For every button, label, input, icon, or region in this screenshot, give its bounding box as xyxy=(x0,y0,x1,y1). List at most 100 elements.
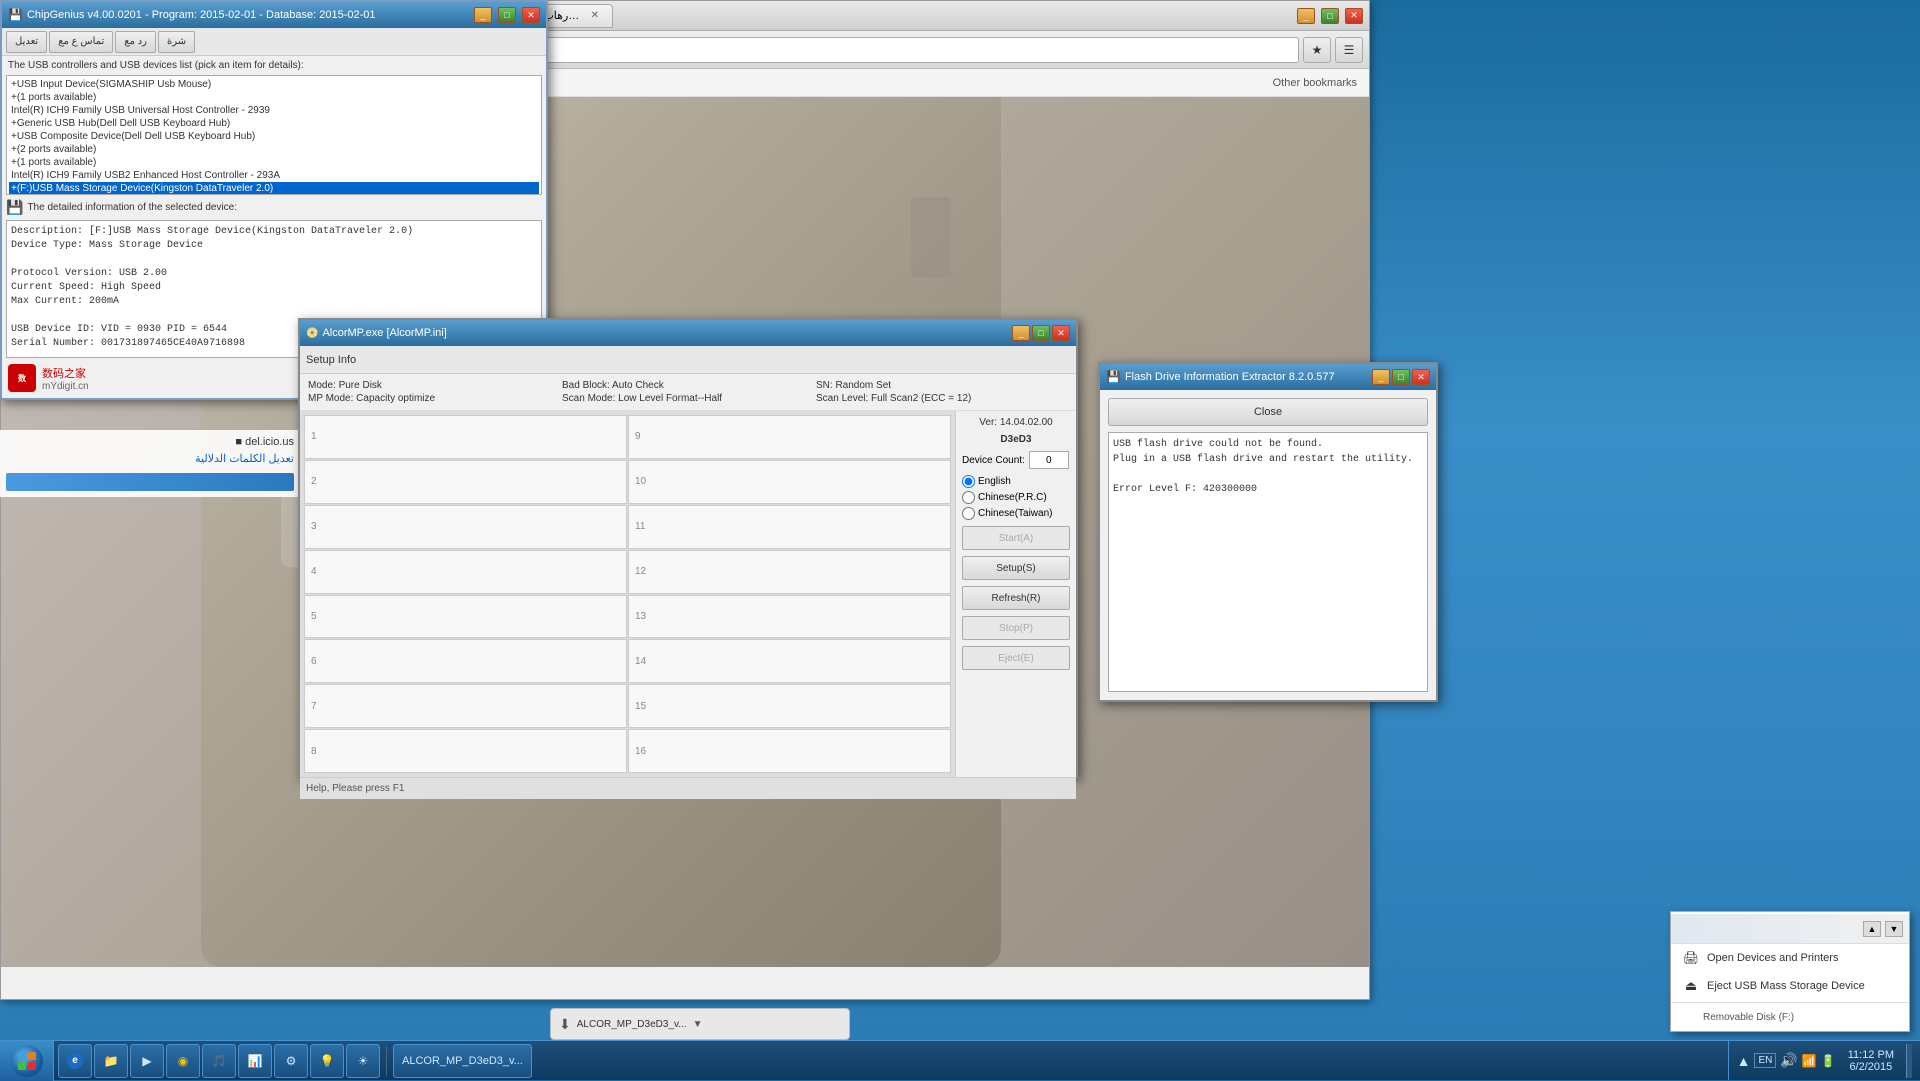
systray-icons: ▲ EN 🔊 📶 🔋 xyxy=(1737,1052,1836,1069)
cg-detail-spacer1 xyxy=(11,253,537,267)
taskbar-item-9[interactable]: ☀ xyxy=(346,1044,380,1078)
cg-detail-1: Device Type: Mass Storage Device xyxy=(11,239,537,253)
fi-title: Flash Drive Information Extractor 8.2.0.… xyxy=(1125,371,1370,383)
start-button[interactable] xyxy=(0,1041,54,1081)
fi-minimize[interactable]: _ xyxy=(1372,369,1390,385)
ctx-tray-down[interactable]: ▼ xyxy=(1885,921,1903,937)
cg-device-7[interactable]: Intel(R) ICH9 Family USB2 Enhanced Host … xyxy=(9,169,539,182)
network-icon: 📶 xyxy=(1802,1054,1817,1068)
arabic-link[interactable]: del.icio.us ■ xyxy=(6,436,294,448)
taskbar-item-6[interactable]: 📊 xyxy=(238,1044,272,1078)
taskbar-item-5[interactable]: 🎵 xyxy=(202,1044,236,1078)
cg-device-list[interactable]: +USB Input Device(SIGMASHIP Usb Mouse) +… xyxy=(6,75,542,195)
ctx-item-open-devices[interactable]: 🖨 Open Devices and Printers xyxy=(1671,944,1909,972)
removable-disk-label: Removable Disk (F:) xyxy=(1703,1012,1794,1023)
taskbar-explorer[interactable]: 📁 xyxy=(94,1044,128,1078)
alcor-cell-7: 7 xyxy=(304,684,627,728)
ctx-item-1-label: Eject USB Mass Storage Device xyxy=(1707,980,1865,992)
alcor-status-text: Help, Please press F1 xyxy=(306,783,404,794)
cg-device-8[interactable]: +(F:)USB Mass Storage Device(Kingston Da… xyxy=(9,182,539,195)
cg-device-2[interactable]: Intel(R) ICH9 Family USB Universal Host … xyxy=(9,104,539,117)
app8-icon: 💡 xyxy=(319,1053,335,1069)
alcor-lang-chinese-prc[interactable]: Chinese(P.R.C) xyxy=(962,491,1070,504)
alcor-mode: Mode: Pure Disk xyxy=(308,380,560,391)
download-arrow-icon[interactable]: ▼ xyxy=(693,1019,703,1030)
alcor-maximize[interactable]: □ xyxy=(1032,325,1050,341)
alcor-stop-btn[interactable]: Stop(P) xyxy=(962,616,1070,640)
tab-4-close[interactable]: ✕ xyxy=(588,9,602,23)
taskbar-item-7[interactable]: ⚙ xyxy=(274,1044,308,1078)
alcor-setup-btn[interactable]: Setup(S) xyxy=(962,556,1070,580)
ctx-tray-up[interactable]: ▲ xyxy=(1863,921,1881,937)
taskbar: e 📁 ▶ ◉ 🎵 📊 ⚙ 💡 xyxy=(0,1040,1920,1080)
taskbar-chrome[interactable]: ◉ xyxy=(166,1044,200,1078)
taskbar-right: ▲ EN 🔊 📶 🔋 11:12 PM 6/2/2015 xyxy=(1728,1041,1920,1080)
cg-btn-reply[interactable]: رد مع xyxy=(115,31,156,53)
ctx-divider xyxy=(1671,1002,1909,1003)
alcor-scan-mode: Scan Mode: Low Level Format--Half xyxy=(562,393,814,404)
ie-icon: e xyxy=(67,1053,83,1069)
alcor-refresh-btn[interactable]: Refresh(R) xyxy=(962,586,1070,610)
taskbar-item-8[interactable]: 💡 xyxy=(310,1044,344,1078)
volume-icon: 🔊 xyxy=(1780,1052,1797,1069)
clock-time: 11:12 PM xyxy=(1848,1049,1894,1061)
alcor-lang-chinese-taiwan[interactable]: Chinese(Taiwan) xyxy=(962,507,1070,520)
alcor-eject-btn[interactable]: Eject(E) xyxy=(962,646,1070,670)
ctx-sub-removable[interactable]: Removable Disk (F:) xyxy=(1671,1005,1909,1029)
alcor-sidebar: Ver: 14.04.02.00 D3eD3 Device Count: 0 E… xyxy=(956,411,1076,777)
taskbar-ie[interactable]: e xyxy=(58,1044,92,1078)
fi-msg-2 xyxy=(1113,467,1423,482)
cg-device-5[interactable]: +(2 ports available) xyxy=(9,143,539,156)
alcor-start-btn[interactable]: Start(A) xyxy=(962,526,1070,550)
cg-btn-share[interactable]: شرة xyxy=(158,31,195,53)
cg-device-4[interactable]: +USB Composite Device(Dell Dell USB Keyb… xyxy=(9,130,539,143)
cg-logo-icon: 数 xyxy=(8,364,36,392)
context-menu: ▲ ▼ 🖨 Open Devices and Printers ⏏ Eject … xyxy=(1670,911,1910,1032)
app7-icon: ⚙ xyxy=(283,1053,299,1069)
cg-close[interactable]: ✕ xyxy=(522,7,540,23)
alcor-title: AlcorMP.exe [AlcorMP.ini] xyxy=(322,327,1010,339)
ctx-item-eject[interactable]: ⏏ Eject USB Mass Storage Device xyxy=(1671,972,1909,1000)
taskbar-separator xyxy=(386,1046,387,1076)
alcor-close[interactable]: ✕ xyxy=(1052,325,1070,341)
alcor-titlebar: 📀 AlcorMP.exe [AlcorMP.ini] _ □ ✕ xyxy=(300,320,1076,346)
bookmark-other[interactable]: Other bookmarks xyxy=(1267,75,1363,91)
fi-close-btn-win[interactable]: ✕ xyxy=(1412,369,1430,385)
show-desktop-btn[interactable] xyxy=(1906,1044,1912,1078)
cg-detail-3: Current Speed: High Speed xyxy=(11,281,537,295)
cg-btn-edit[interactable]: تعديل xyxy=(6,31,47,53)
bookmark-star[interactable]: ★ xyxy=(1303,37,1331,63)
system-clock[interactable]: 11:12 PM 6/2/2015 xyxy=(1842,1049,1900,1073)
fi-message-area: USB flash drive could not be found. Plug… xyxy=(1108,432,1428,692)
fi-maximize[interactable]: □ xyxy=(1392,369,1410,385)
cg-list-container: +USB Input Device(SIGMASHIP Usb Mouse) +… xyxy=(6,75,542,195)
cg-btn-contact[interactable]: تماس ع مع xyxy=(49,31,113,53)
fi-body: Close USB flash drive could not be found… xyxy=(1100,390,1436,700)
arrow-up-icon[interactable]: ▲ xyxy=(1737,1053,1751,1069)
browser-minimize[interactable]: _ xyxy=(1297,8,1315,24)
taskbar-media[interactable]: ▶ xyxy=(130,1044,164,1078)
browser-maximize[interactable]: □ xyxy=(1321,8,1339,24)
app6-icon: 📊 xyxy=(247,1053,263,1069)
menu-button[interactable]: ☰ xyxy=(1335,37,1363,63)
alcor-language-group: English Chinese(P.R.C) Chinese(Taiwan) xyxy=(962,475,1070,520)
alcor-minimize[interactable]: _ xyxy=(1012,325,1030,341)
browser-close[interactable]: ✕ xyxy=(1345,8,1363,24)
lang-indicator: EN xyxy=(1754,1053,1776,1068)
fi-close-button[interactable]: Close xyxy=(1108,398,1428,426)
alcor-lang-english[interactable]: English xyxy=(962,475,1070,488)
cg-device-3[interactable]: +Generic USB Hub(Dell Dell USB Keyboard … xyxy=(9,117,539,130)
start-orb xyxy=(11,1045,43,1077)
alcor-scan-level: Scan Level: Full Scan2 (ECC = 12) xyxy=(816,393,1068,404)
alcor-device-count-row: Device Count: 0 xyxy=(962,451,1070,469)
arabic-sidebar: del.icio.us ■ تعديل الكلمات الدلالية xyxy=(0,430,300,497)
cg-minimize[interactable]: _ xyxy=(474,7,492,23)
alcor-cell-12: 12 xyxy=(628,550,951,594)
cg-device-0[interactable]: +USB Input Device(SIGMASHIP Usb Mouse) xyxy=(9,78,539,91)
arabic-edit[interactable]: تعديل الكلمات الدلالية xyxy=(6,452,294,465)
taskbar-chipgenius[interactable]: ALCOR_MP_D3eD3_v... xyxy=(393,1044,532,1078)
cg-maximize[interactable]: □ xyxy=(498,7,516,23)
cg-device-6[interactable]: +(1 ports available) xyxy=(9,156,539,169)
cg-device-1[interactable]: +(1 ports available) xyxy=(9,91,539,104)
eject-icon: ⏏ xyxy=(1683,978,1699,994)
